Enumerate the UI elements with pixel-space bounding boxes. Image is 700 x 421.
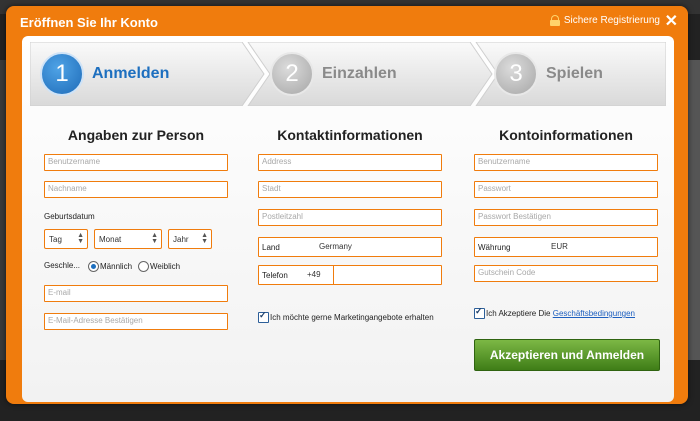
email-field[interactable]: E-mail xyxy=(44,285,228,302)
phone-prefix: +49 xyxy=(307,270,321,279)
modal-title: Eröffnen Sie Ihr Konto xyxy=(20,15,158,30)
secure-registration: Sichere Registrierung xyxy=(549,15,660,26)
step-3: 3 Spielen xyxy=(484,42,603,106)
female-label: Weiblich xyxy=(150,262,181,271)
female-radio[interactable] xyxy=(138,261,149,272)
registration-panel: 1 Anmelden 2 Einzahlen 3 Spielen Angaben… xyxy=(22,36,674,402)
currency-value: EUR xyxy=(551,242,568,251)
step-2-label: Einzahlen xyxy=(322,65,397,82)
male-label: Männlich xyxy=(100,262,133,271)
account-title: Kontoinformationen xyxy=(499,127,633,143)
voucher-field[interactable]: Gutschein Code xyxy=(474,265,658,282)
stepper-icon: ▲ ▼ xyxy=(201,232,208,245)
personal-title: Angaben zur Person xyxy=(67,127,205,143)
year-select[interactable]: Jahr ▲ ▼ xyxy=(168,229,212,249)
step-3-number: 3 xyxy=(494,52,538,96)
steps-bar: 1 Anmelden 2 Einzahlen 3 Spielen xyxy=(30,42,666,106)
step-1: 1 Anmelden xyxy=(30,42,169,106)
contact-title: Kontaktinformationen xyxy=(277,127,423,143)
step-2: 2 Einzahlen xyxy=(260,42,397,106)
password-field[interactable]: Passwort xyxy=(474,181,658,198)
step-3-label: Spielen xyxy=(546,65,603,82)
username-field[interactable]: Benutzername xyxy=(44,154,228,171)
step-2-number: 2 xyxy=(270,52,314,96)
phone-label: Telefon xyxy=(262,270,288,280)
male-radio[interactable] xyxy=(88,261,99,272)
country-value: Germany xyxy=(319,242,352,251)
lock-icon xyxy=(549,15,560,26)
zip-field[interactable]: Postleitzahl xyxy=(258,209,442,226)
terms-checkbox[interactable] xyxy=(474,306,485,319)
terms-label: Ich Akzeptiere Die Geschäftsbedingungen xyxy=(486,309,635,318)
phone-field[interactable]: Telefon +49 xyxy=(258,265,442,285)
terms-link[interactable]: Geschäftsbedingungen xyxy=(553,309,635,318)
day-select[interactable]: Tag ▲ ▼ xyxy=(44,229,88,249)
secure-label: Sichere Registrierung xyxy=(563,15,660,26)
birthdate-label: Geburtsdatum xyxy=(44,212,95,221)
address-field[interactable]: Address xyxy=(258,154,442,171)
step-1-number: 1 xyxy=(40,52,84,96)
country-field[interactable]: Land Germany xyxy=(258,237,442,257)
submit-button[interactable]: Akzeptieren und Anmelden xyxy=(474,339,660,371)
lastname-field[interactable]: Nachname xyxy=(44,181,228,198)
gender-label: Geschle... xyxy=(44,261,81,270)
step-1-label: Anmelden xyxy=(92,65,170,82)
account-username-field[interactable]: Benutzername xyxy=(474,154,658,171)
stepper-icon: ▲ ▼ xyxy=(77,232,84,245)
background-right-edge xyxy=(686,60,700,360)
currency-label: Währung xyxy=(478,242,511,252)
phone-divider xyxy=(333,266,334,284)
month-select[interactable]: Monat ▲ ▼ xyxy=(94,229,162,249)
day-value: Tag xyxy=(49,235,62,244)
country-label: Land xyxy=(262,242,280,252)
email-confirm-field[interactable]: E-Mail-Adresse Bestätigen xyxy=(44,313,228,330)
marketing-label: Ich möchte gerne Marketingangebote erhal… xyxy=(270,313,434,322)
registration-modal: Eröffnen Sie Ihr Konto Sichere Registrie… xyxy=(6,6,688,404)
year-value: Jahr xyxy=(173,235,189,244)
stepper-icon: ▲ ▼ xyxy=(151,232,158,245)
month-value: Monat xyxy=(99,235,122,244)
terms-prefix: Ich Akzeptiere Die xyxy=(486,309,551,318)
city-field[interactable]: Stadt xyxy=(258,181,442,198)
marketing-checkbox[interactable] xyxy=(258,310,269,323)
close-icon[interactable]: ✕ xyxy=(665,11,678,31)
currency-field[interactable]: Währung EUR xyxy=(474,237,658,257)
password-confirm-field[interactable]: Passwort Bestätigen xyxy=(474,209,658,226)
